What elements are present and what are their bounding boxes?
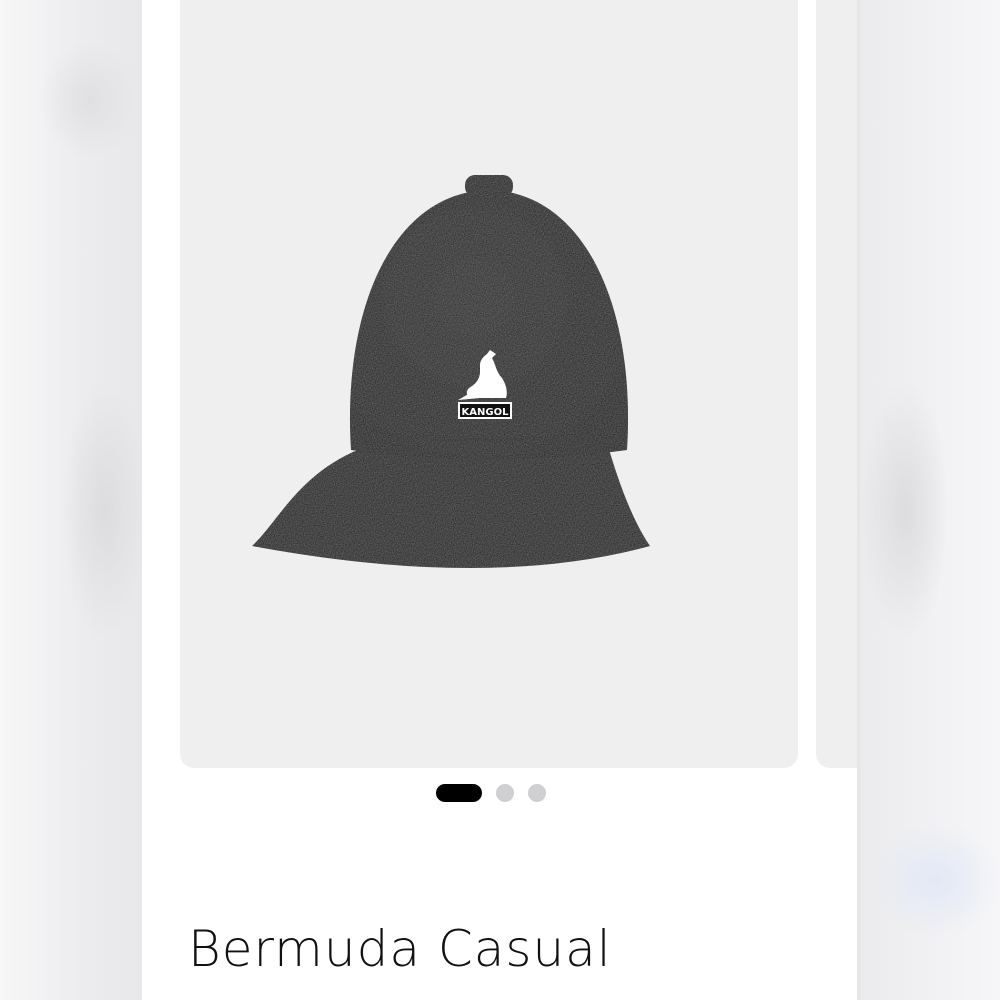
product-image: KANGOL bbox=[252, 175, 650, 568]
carousel-pagination bbox=[436, 783, 546, 803]
brand-label: KANGOL bbox=[462, 407, 510, 418]
pagination-dot-1[interactable] bbox=[436, 784, 482, 802]
panel-edge bbox=[857, 0, 860, 1000]
carousel-slide-next[interactable] bbox=[816, 0, 860, 768]
product-panel: KANGOL Bermuda Casual bbox=[142, 0, 860, 1000]
image-carousel[interactable]: KANGOL bbox=[180, 0, 860, 768]
pagination-dot-3[interactable] bbox=[528, 784, 546, 802]
pagination-dot-2[interactable] bbox=[496, 784, 514, 802]
hat-illustration bbox=[252, 175, 650, 568]
product-title: Bermuda Casual bbox=[188, 920, 612, 978]
background-right bbox=[860, 0, 1000, 1000]
background-left bbox=[0, 0, 150, 1000]
carousel-slide-active[interactable]: KANGOL bbox=[180, 0, 798, 768]
